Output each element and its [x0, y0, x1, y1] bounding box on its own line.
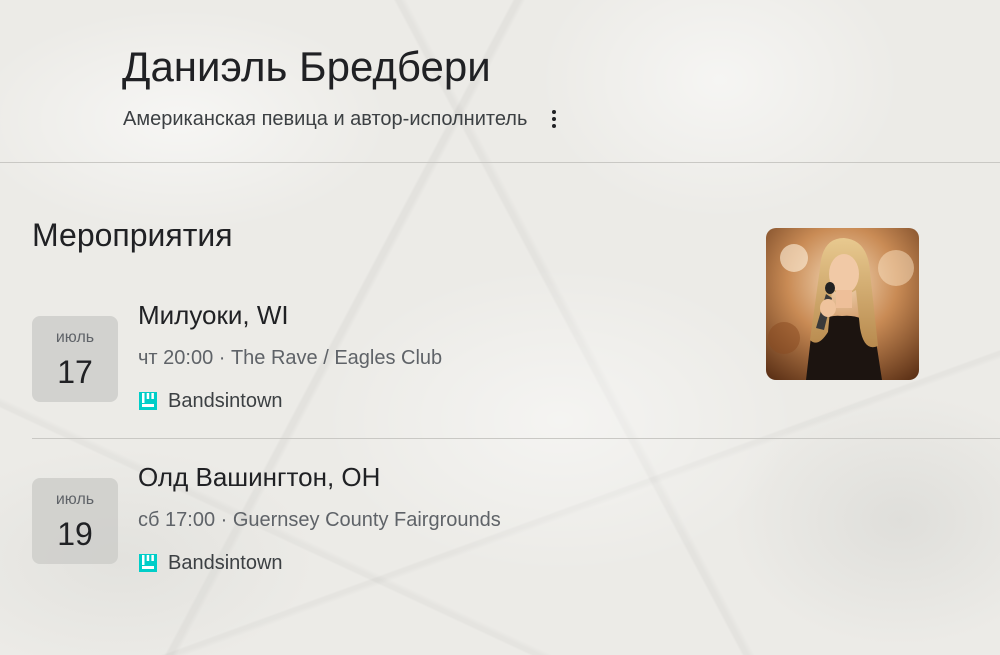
event-time-venue: чт 20:00 · The Rave / Eagles Club	[138, 347, 443, 369]
event-divider	[32, 438, 1000, 439]
event-source-link[interactable]: Bandsintown	[138, 388, 283, 414]
event-month: июль	[55, 329, 95, 346]
artist-subtitle-row: Американская певица и автор-исполнитель	[123, 106, 565, 132]
bandsintown-icon	[139, 392, 157, 410]
event-day: 19	[57, 516, 93, 552]
bandsintown-icon	[139, 554, 157, 572]
event-month: июль	[55, 491, 95, 508]
event-source-label: Bandsintown	[168, 551, 283, 574]
event-time-venue: сб 17:00 · Guernsey County Fairgrounds	[138, 509, 501, 531]
more-dot	[552, 110, 557, 114]
artist-name-title: Даниэль Бредбери	[122, 43, 491, 90]
event-day: 17	[57, 354, 93, 390]
event-item[interactable]: июль 17 Милуоки, WI чт 20:00 · The Rave …	[32, 296, 1000, 416]
artist-description: Американская певица и автор-исполнитель	[123, 107, 528, 130]
event-date-badge: июль 17	[32, 316, 118, 402]
event-date-badge: июль 19	[32, 478, 118, 564]
event-city[interactable]: Милуоки, WI	[138, 298, 289, 332]
more-options-icon[interactable]	[543, 106, 565, 132]
event-city[interactable]: Олд Вашингтон, OH	[138, 460, 380, 494]
event-item[interactable]: июль 19 Олд Вашингтон, OH сб 17:00 · Gue…	[32, 458, 1000, 578]
events-section-title: Мероприятия	[32, 217, 233, 253]
event-source-label: Bandsintown	[168, 389, 283, 412]
knowledge-panel-header: Даниэль Бредбери Американская певица и а…	[0, 0, 1000, 163]
more-dot	[552, 124, 557, 128]
event-source-link[interactable]: Bandsintown	[138, 550, 283, 576]
more-dot	[552, 117, 557, 121]
